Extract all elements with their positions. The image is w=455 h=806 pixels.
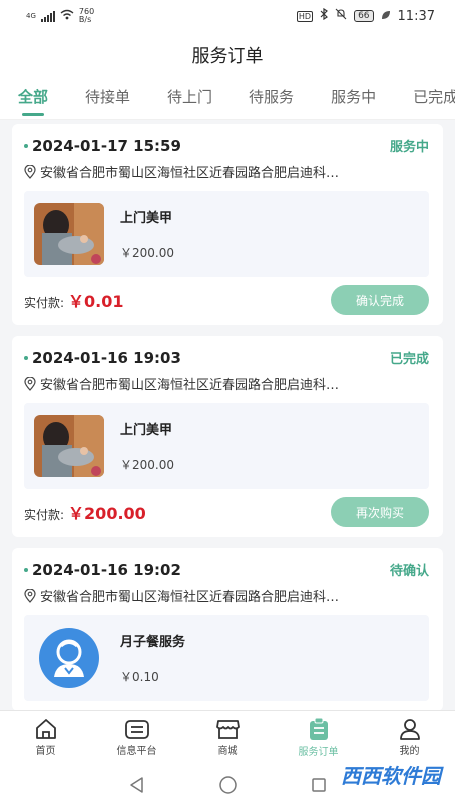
page-header: 服务订单	[0, 32, 455, 78]
order-status: 待确认	[389, 564, 429, 579]
order-address: 安徽省合肥市蜀山区海恒社区近春园路合肥启迪科…	[24, 374, 429, 393]
order-datetime: 2024-01-16 19:03	[24, 349, 181, 367]
nail-photo-thumbnail	[34, 415, 104, 477]
bluetooth-icon	[320, 7, 329, 24]
nav-info-platform[interactable]: 信息平台	[91, 711, 182, 764]
order-header: 2024-01-16 19:03 已完成	[24, 348, 429, 367]
dot-marker	[24, 567, 28, 572]
order-card[interactable]: 2024-01-17 15:59 服务中 安徽省合肥市蜀山区海恒社区近春园路合肥…	[12, 124, 443, 325]
confirm-complete-button[interactable]: 确认完成	[331, 285, 429, 315]
order-list: 2024-01-17 15:59 服务中 安徽省合肥市蜀山区海恒社区近春园路合肥…	[0, 120, 455, 711]
recents-icon[interactable]	[310, 776, 328, 794]
nav-service-orders[interactable]: 服务订单	[273, 711, 364, 764]
watermark-logo: 西西软件园	[341, 764, 441, 788]
order-footer: 实付款: ￥200.00 再次购买	[24, 497, 429, 527]
item-price: ￥200.00	[120, 246, 174, 260]
clock: 11:37	[397, 8, 435, 24]
item-name: 上门美甲	[120, 211, 173, 226]
page-title: 服务订单	[191, 46, 264, 67]
network-type: 4G	[26, 12, 36, 20]
paid-amount: ￥0.01	[68, 292, 124, 311]
item-price: ￥0.10	[120, 670, 159, 684]
nav-mine[interactable]: 我的	[364, 711, 455, 764]
order-card[interactable]: 2024-01-16 19:02 待确认 安徽省合肥市蜀山区海恒社区近春园路合肥…	[12, 548, 443, 711]
buy-again-button[interactable]: 再次购买	[331, 497, 429, 527]
paid-info: 实付款: ￥0.01	[24, 288, 124, 312]
order-address: 安徽省合肥市蜀山区海恒社区近春园路合肥启迪科…	[24, 586, 429, 605]
message-box-icon	[124, 720, 149, 739]
paid-amount: ￥200.00	[68, 504, 146, 523]
order-header: 2024-01-17 15:59 服务中	[24, 136, 429, 155]
nav-label: 服务订单	[298, 747, 339, 758]
order-address: 安徽省合肥市蜀山区海恒社区近春园路合肥启迪科…	[24, 162, 429, 181]
tab-pending-visit[interactable]: 待上门	[167, 78, 212, 119]
bottom-nav: 首页 信息平台 商城 服务订单 我的	[0, 710, 455, 764]
back-icon[interactable]	[128, 776, 146, 794]
tab-pending-accept[interactable]: 待接单	[85, 78, 130, 119]
clipboard-icon	[309, 717, 328, 740]
location-pin-icon	[24, 588, 36, 603]
nail-photo-thumbnail	[34, 203, 104, 265]
order-footer: 实付款: ￥0.01 确认完成	[24, 285, 429, 315]
network-speed: 760 B/s	[78, 7, 95, 24]
home-icon	[35, 719, 56, 739]
store-icon	[215, 720, 240, 739]
order-item[interactable]: 月子餐服务 ￥0.10	[24, 615, 429, 701]
paid-info: 实付款: ￥200.00	[24, 500, 146, 524]
order-datetime: 2024-01-17 15:59	[24, 137, 181, 155]
order-datetime: 2024-01-16 19:02	[24, 561, 181, 579]
item-name: 上门美甲	[120, 423, 173, 438]
tab-all[interactable]: 全部	[18, 78, 48, 119]
order-status: 服务中	[389, 140, 429, 155]
order-header: 2024-01-16 19:02 待确认	[24, 560, 429, 579]
nurse-avatar-icon	[34, 627, 104, 689]
home-circle-icon[interactable]	[218, 775, 238, 795]
tab-in-service[interactable]: 服务中	[331, 78, 376, 119]
hd-badge: HD	[296, 10, 314, 22]
item-info: 上门美甲 ￥200.00	[120, 419, 174, 473]
order-item[interactable]: 上门美甲 ￥200.00	[24, 191, 429, 277]
item-price: ￥200.00	[120, 458, 174, 472]
nav-label: 商城	[217, 746, 238, 757]
wifi-icon	[60, 9, 74, 23]
nav-store[interactable]: 商城	[182, 711, 273, 764]
location-pin-icon	[24, 164, 36, 179]
tab-completed[interactable]: 已完成	[413, 78, 455, 119]
signal-icon	[40, 10, 55, 22]
dot-marker	[24, 355, 28, 360]
nav-label: 首页	[35, 746, 56, 757]
tab-pending-service[interactable]: 待服务	[249, 78, 294, 119]
order-status: 已完成	[389, 352, 429, 367]
leaf-icon	[381, 9, 391, 24]
item-name: 月子餐服务	[120, 635, 186, 650]
person-icon	[399, 719, 420, 740]
nav-label: 信息平台	[116, 746, 157, 757]
order-card[interactable]: 2024-01-16 19:03 已完成 安徽省合肥市蜀山区海恒社区近春园路合肥…	[12, 336, 443, 537]
status-bar: 4G 760 B/s HD 66 11:37	[0, 0, 455, 32]
nav-home[interactable]: 首页	[0, 711, 91, 764]
item-info: 上门美甲 ￥200.00	[120, 207, 174, 261]
status-left: 4G 760 B/s	[26, 8, 94, 24]
status-right: HD 66 11:37	[296, 7, 435, 24]
order-status-tabs: 全部 待接单 待上门 待服务 服务中 已完成	[0, 78, 455, 120]
dot-marker	[24, 143, 28, 148]
nav-label: 我的	[399, 746, 420, 757]
item-info: 月子餐服务 ￥0.10	[120, 631, 185, 685]
mute-icon	[335, 8, 347, 24]
order-item[interactable]: 上门美甲 ￥200.00	[24, 403, 429, 489]
battery-indicator: 66	[354, 10, 374, 22]
location-pin-icon	[24, 376, 36, 391]
